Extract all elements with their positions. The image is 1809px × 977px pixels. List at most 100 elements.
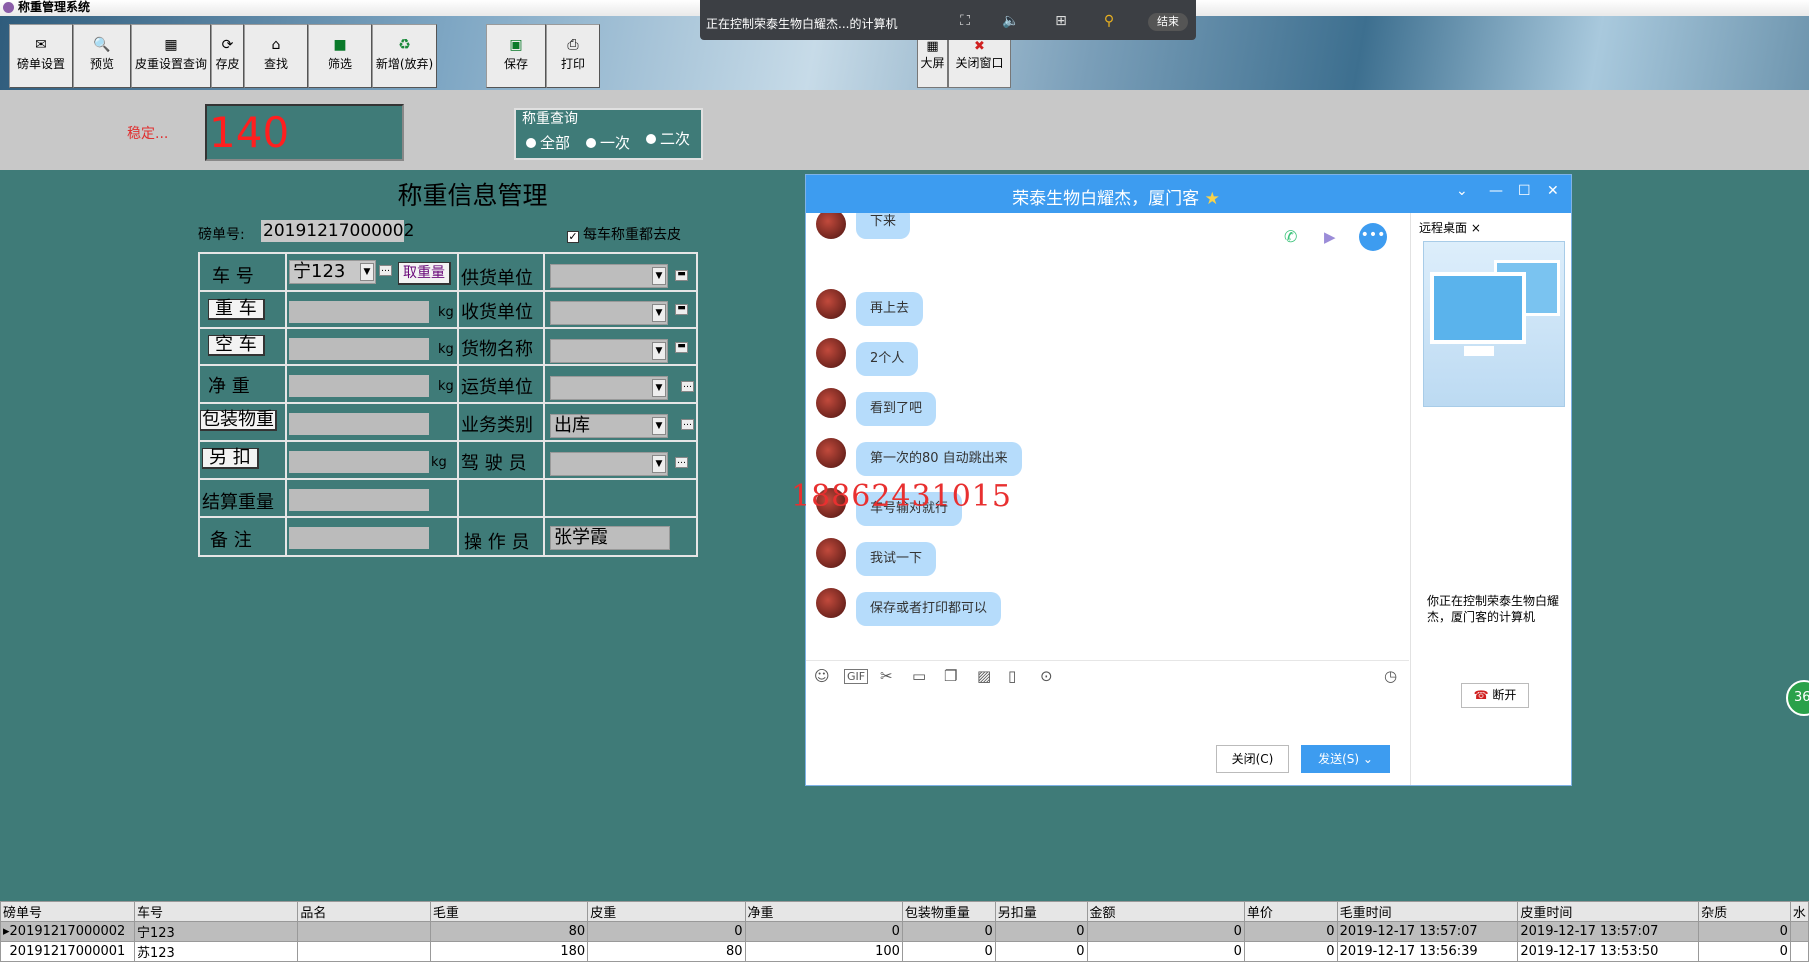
goods-select[interactable]: ▼ [550,339,668,363]
table-header[interactable]: 单价 [1243,901,1338,922]
save-tare-button[interactable]: ⟳ 存皮 [211,24,244,88]
chevron-down-icon: ▼ [652,417,666,435]
plate-select[interactable]: 宁123 ▼ [289,260,376,284]
emoji-icon[interactable]: ☺ [814,667,830,685]
table-header[interactable]: 毛重 [429,901,589,922]
folder-icon[interactable]: ▭ [912,667,926,685]
send-button[interactable]: 发送(S) ⌄ [1301,745,1390,773]
chat-message: 再上去 [856,292,924,326]
new-abandon-button[interactable]: ♻ 新增(放弃) [372,24,437,88]
fullscreen-icon[interactable]: ⛶ [954,12,976,30]
table-row[interactable]: ▸20191217000001 苏123 180 80 100 0 0 0 0 … [0,941,1809,962]
remark-label: 备 注 [210,530,252,551]
business-type-select[interactable]: 出库 ▼ [550,414,668,438]
plate-more-button[interactable]: … [379,265,392,276]
table-header[interactable]: 皮重时间 [1517,901,1700,922]
table-row[interactable]: ▸20191217000002 宁123 80 0 0 0 0 0 0 2019… [0,921,1809,942]
records-table: 磅单号 车号 品名 毛重 皮重 净重 包装物重量 另扣量 金额 单价 毛重时间 … [0,901,1809,977]
net-weight-field[interactable] [289,375,429,397]
app-title: 称重管理系统 [18,0,91,14]
supplier-label: 供货单位 [461,268,533,289]
preview-button[interactable]: 🔍 预览 [73,24,131,88]
supplier-select[interactable]: ▼ [550,264,668,288]
floating-badge[interactable]: 36 [1786,680,1809,716]
extra-deduct-button[interactable]: 另 扣 [202,448,259,469]
package-weight-button[interactable]: 包装物重 [200,410,277,431]
goods-more-button[interactable]: ▬ [675,342,688,353]
table-cell: 0 [1243,921,1338,942]
table-header[interactable]: 包装物重量 [901,901,996,922]
filter-button[interactable]: ■ 筛选 [308,24,372,88]
driver-more-button[interactable]: … [675,457,688,468]
table-cell: 2019-12-17 13:57:07 [1336,921,1519,942]
table-cell: ▸20191217000002 [0,921,135,942]
table-header[interactable]: 金额 [1086,901,1245,922]
print-button[interactable]: ⎙ 打印 [546,24,600,88]
scissors-icon[interactable]: ✂ [880,667,893,685]
chevron-down-icon[interactable]: ⌄ [1456,183,1468,199]
empty-weight-button[interactable]: 空 车 [208,335,265,356]
table-header[interactable]: 品名 [297,901,431,922]
history-icon[interactable]: ❐ [944,667,957,685]
carrier-select[interactable]: ▼ [550,376,668,400]
table-header[interactable]: 杂质 [1698,901,1791,922]
table-header[interactable]: 车号 [133,901,299,922]
gross-weight-field[interactable] [289,301,429,323]
end-session-button[interactable]: 结束 [1148,13,1188,31]
volume-icon[interactable]: 🔈 [1000,12,1022,30]
remark-field[interactable] [289,527,429,549]
bill-no-field[interactable]: 20191217000002 [261,220,414,242]
close-icon[interactable]: ✕ [1547,183,1559,199]
maximize-icon[interactable]: ☐ [1518,183,1531,199]
save-button[interactable]: ▣ 保存 [486,24,546,88]
table-header-row: 磅单号 车号 品名 毛重 皮重 净重 包装物重量 另扣量 金额 单价 毛重时间 … [0,901,1809,922]
tare-settings-button[interactable]: ▦ 皮重设置查询 [131,24,211,88]
window-icon[interactable]: ⊞ [1050,12,1072,30]
remote-desktop-tab[interactable]: 远程桌面 × [1419,219,1481,236]
driver-select[interactable]: ▼ [550,452,668,476]
package-weight-field[interactable] [289,413,429,435]
gif-icon[interactable]: GIF [844,669,869,684]
table-header[interactable]: 磅单号 [0,901,135,922]
table-header[interactable]: 净重 [744,901,903,922]
extra-deduct-field[interactable] [289,451,429,473]
shake-icon[interactable]: ▯ [1008,667,1016,685]
disconnect-button[interactable]: ☎ 断开 [1461,683,1529,708]
avatar [816,588,846,618]
minimize-icon[interactable]: — [1489,183,1503,199]
table-header[interactable]: 水 [1789,901,1809,922]
take-weight-button[interactable]: 取重量 [398,262,451,285]
carrier-more-button[interactable]: … [681,381,694,392]
supplier-more-button[interactable]: ▬ [675,270,688,281]
query-option-first[interactable]: 一次 [586,132,630,153]
operator-field[interactable]: 张学霞 [550,526,670,550]
pin-icon[interactable]: ⚲ [1098,12,1120,30]
settle-weight-field[interactable] [289,489,429,511]
receiver-select[interactable]: ▼ [550,301,668,325]
recycle-icon: ♻ [398,37,411,53]
business-more-button[interactable]: … [681,419,694,430]
image-icon[interactable]: ▨ [977,667,991,685]
close-chat-button[interactable]: 关闭(C) [1216,745,1289,773]
chevron-down-icon: ▼ [652,379,666,397]
receiver-more-button[interactable]: ▬ [675,304,688,315]
stable-status: 稳定... [127,126,169,142]
query-option-second[interactable]: 二次 [646,128,690,149]
message-list: 下来 再上去 2个人 看到了吧 第一次的80 自动跳出来 车号输对就行 我试一下… [806,213,1409,660]
close-icon: ✖ [974,39,985,54]
query-option-all[interactable]: 全部 [526,132,570,153]
bill-settings-button[interactable]: ✉ 磅单设置 [9,24,73,88]
refresh-icon: ⟳ [221,37,234,53]
table-cell: 2019-12-17 13:57:07 [1517,921,1700,942]
table-header[interactable]: 皮重 [587,901,746,922]
find-button[interactable]: ⌂ 查找 [244,24,308,88]
empty-weight-field[interactable] [289,338,429,360]
avatar [816,213,846,239]
table-cell: 80 [587,941,746,962]
table-header[interactable]: 毛重时间 [1336,901,1519,922]
table-header[interactable]: 另扣量 [994,901,1088,922]
tare-every-time-checkbox[interactable]: ✓ 每车称重都去皮 [567,224,681,244]
gross-weight-button[interactable]: 重 车 [208,299,265,320]
more-icon[interactable]: ⊙ [1040,667,1053,685]
clock-icon[interactable]: ◷ [1384,667,1397,685]
